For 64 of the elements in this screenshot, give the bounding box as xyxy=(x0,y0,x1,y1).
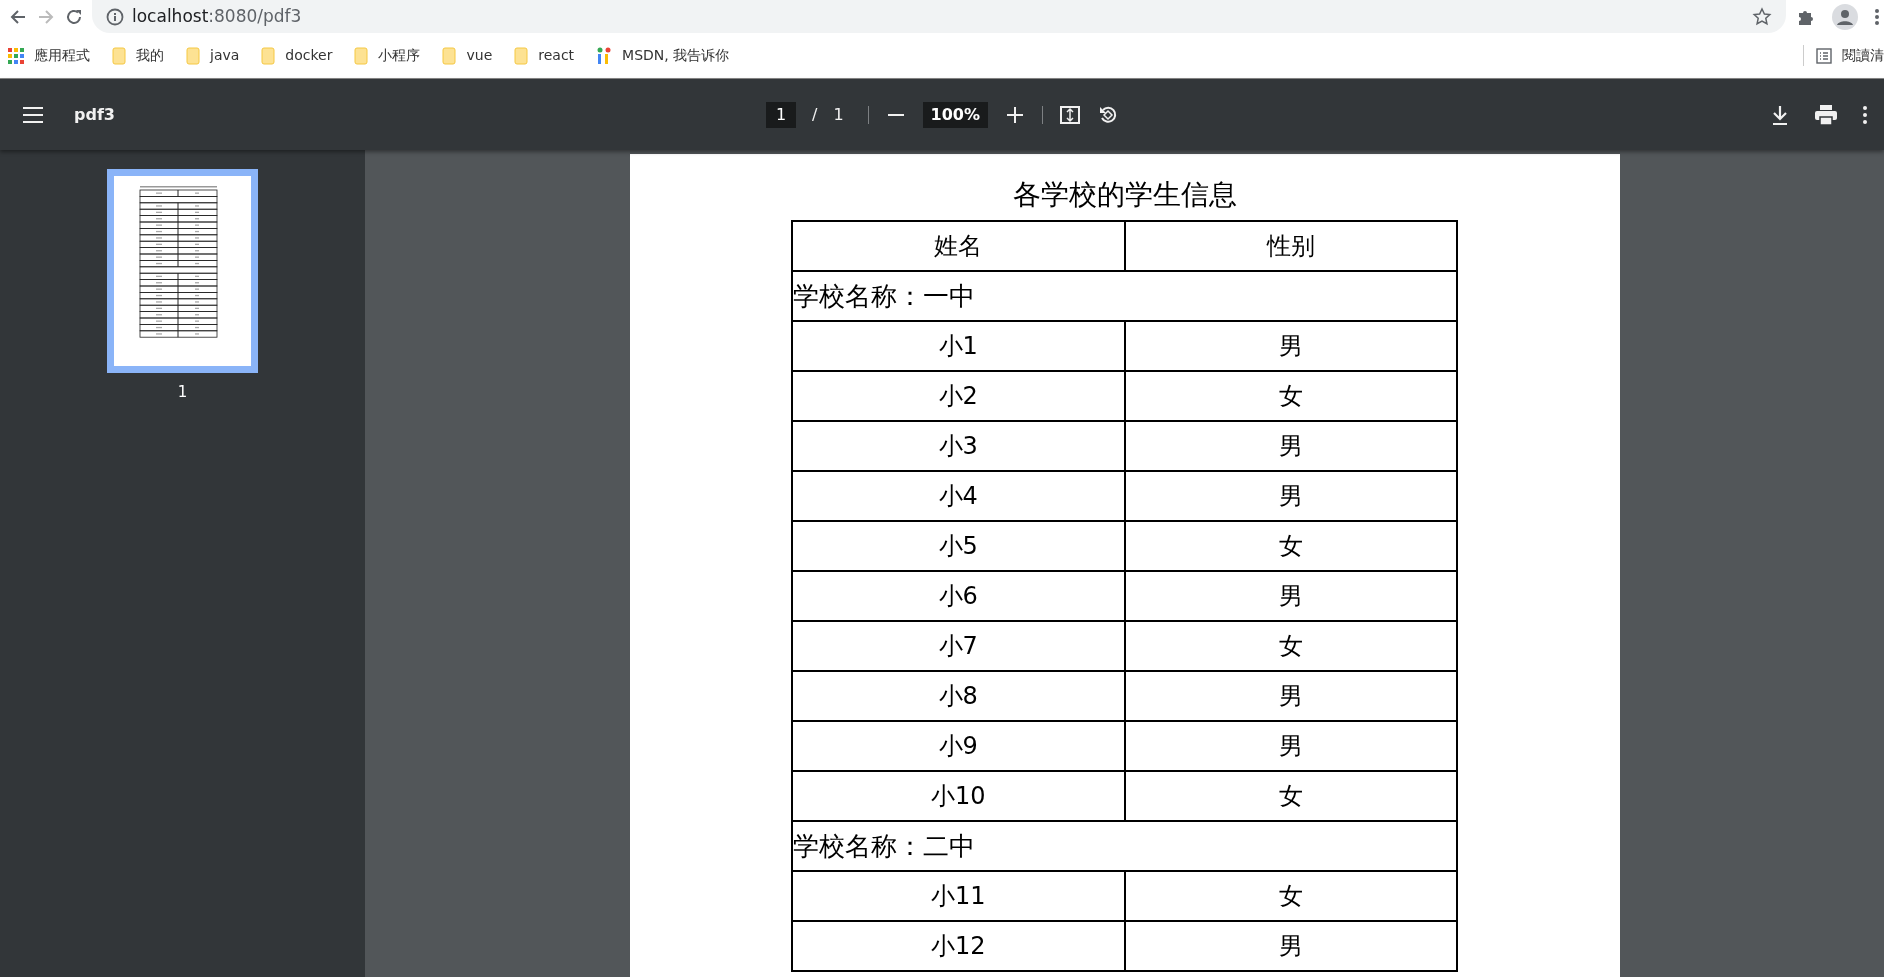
bookmark[interactable]: 我的 xyxy=(112,45,164,66)
apps-icon xyxy=(8,47,24,64)
table-cell: 小2 xyxy=(792,371,1125,421)
folder-icon xyxy=(186,46,200,65)
print-icon[interactable] xyxy=(1814,103,1838,126)
star-icon[interactable] xyxy=(1752,6,1772,27)
zoom-field[interactable]: 100% xyxy=(922,101,988,128)
table-cell: 小9 xyxy=(792,721,1125,771)
table-cell: 男 xyxy=(1124,921,1457,971)
table-cell: 小8 xyxy=(792,671,1125,721)
table-cell: 男 xyxy=(1124,671,1457,721)
table-cell: 女 xyxy=(1124,521,1457,571)
page-thumbnail[interactable] xyxy=(107,169,258,373)
table-cell: 男 xyxy=(1124,471,1457,521)
address-bar[interactable]: localhost:8080/pdf3 xyxy=(92,0,1786,33)
thumbnail-label: 1 xyxy=(177,382,188,403)
table-cell: 小10 xyxy=(792,771,1125,821)
table-cell: 女 xyxy=(1124,371,1457,421)
fit-page-icon[interactable] xyxy=(1059,103,1081,126)
table-cell: 男 xyxy=(1124,721,1457,771)
column-header: 姓名 xyxy=(792,221,1125,271)
site-icon xyxy=(596,46,613,65)
table-cell: 小5 xyxy=(792,521,1125,571)
table-cell: 小1 xyxy=(792,321,1125,371)
bookmark[interactable]: react xyxy=(514,45,575,66)
table-cell: 小3 xyxy=(792,421,1125,471)
table-cell: 小11 xyxy=(792,871,1125,921)
download-icon[interactable] xyxy=(1770,103,1790,126)
column-header: 性别 xyxy=(1124,221,1457,271)
table-cell: 女 xyxy=(1124,621,1457,671)
table-cell: 小7 xyxy=(792,621,1125,671)
table-cell: 小12 xyxy=(792,921,1125,971)
table-cell: 男 xyxy=(1124,571,1457,621)
info-icon xyxy=(106,7,124,26)
document-title: pdf3 xyxy=(74,103,115,126)
more-icon[interactable] xyxy=(1862,104,1868,125)
group-header-cell: 学校名称：二中 xyxy=(792,821,1457,871)
bookmark[interactable]: java xyxy=(186,45,240,66)
folder-icon xyxy=(354,46,369,65)
page-separator: / xyxy=(812,103,818,126)
folder-icon xyxy=(112,46,126,65)
reading-list-button[interactable]: 閱讀清 xyxy=(1803,45,1884,66)
profile-icon[interactable] xyxy=(1832,3,1858,30)
table-cell: 小6 xyxy=(792,571,1125,621)
page-count: 1 xyxy=(833,103,844,126)
table-title: 各学校的学生信息 xyxy=(1012,177,1237,213)
bookmark[interactable]: docker xyxy=(261,45,333,66)
url-text: localhost:8080/pdf3 xyxy=(132,4,302,28)
folder-icon xyxy=(261,46,276,65)
more-icon[interactable] xyxy=(1874,6,1880,27)
folder-icon xyxy=(442,46,457,65)
table-cell: 小4 xyxy=(792,471,1125,521)
table-cell: 女 xyxy=(1124,771,1457,821)
bookmark[interactable]: 小程序 xyxy=(354,45,421,66)
list-icon xyxy=(1816,47,1832,64)
bookmark[interactable]: MSDN, 我告诉你 xyxy=(596,45,730,66)
bookmark[interactable]: vue xyxy=(442,45,493,66)
table-cell: 男 xyxy=(1124,321,1457,371)
table-cell: 女 xyxy=(1124,871,1457,921)
table-cell: 男 xyxy=(1124,421,1457,471)
folder-icon xyxy=(514,46,529,65)
page-number-field[interactable]: 1 xyxy=(766,101,796,128)
bookmark[interactable]: 應用程式 xyxy=(8,45,90,66)
group-header-cell: 学校名称：一中 xyxy=(792,271,1457,321)
